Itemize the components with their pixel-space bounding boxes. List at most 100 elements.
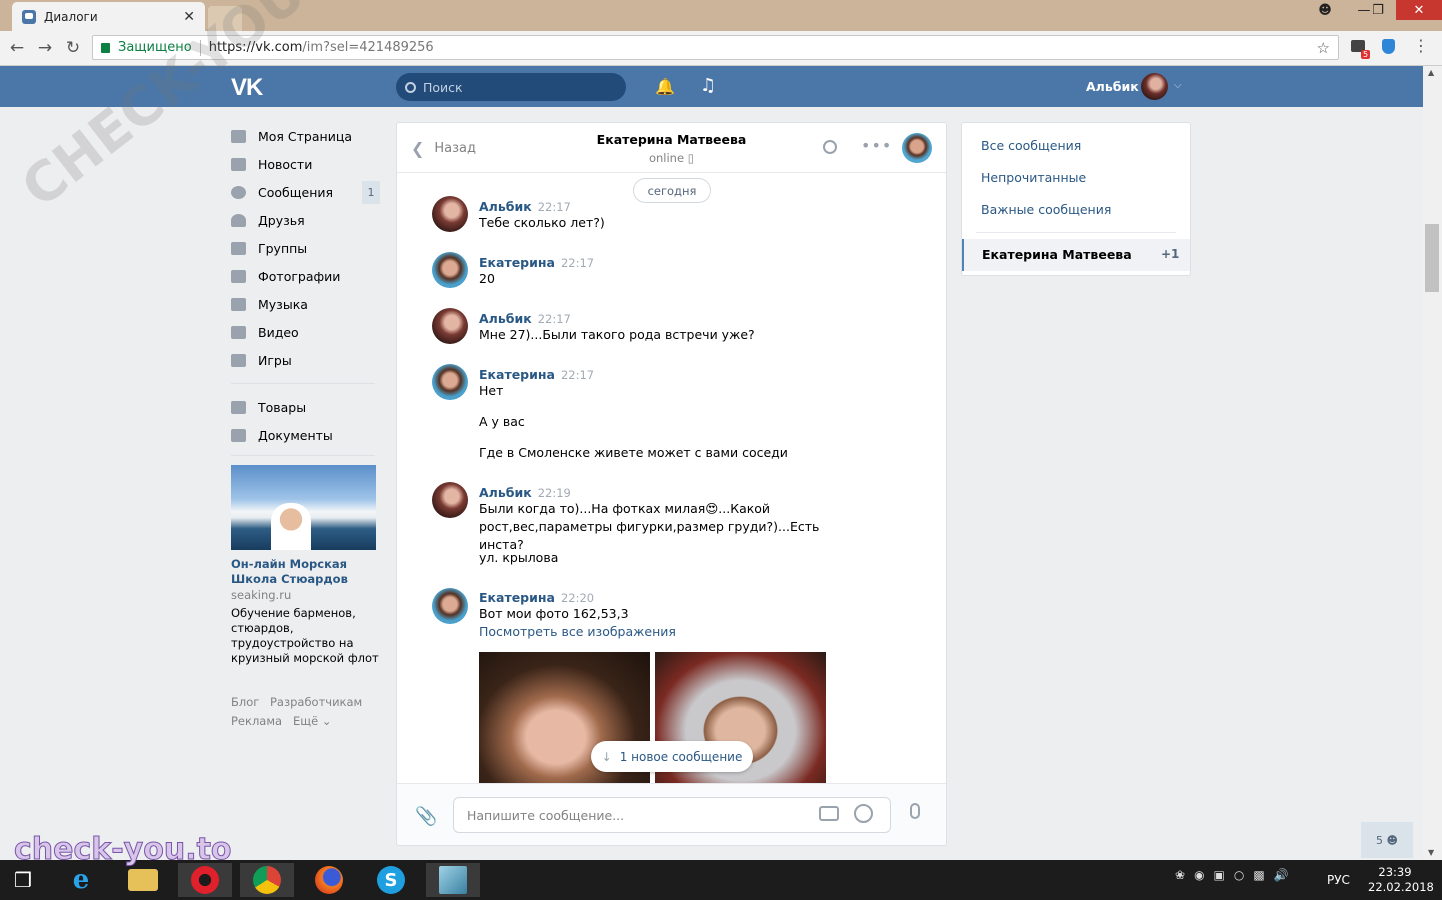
tray-app-icon[interactable]: ❀ [1175, 868, 1185, 882]
more-dots-icon[interactable]: ••• [861, 136, 892, 155]
message-author[interactable]: Альбик [479, 199, 532, 214]
message-author[interactable]: Екатерина [479, 255, 555, 270]
gamepad-icon [231, 353, 246, 367]
shield-extension-icon[interactable] [1382, 39, 1395, 54]
arrow-down-icon: ↓ [601, 749, 612, 764]
user-avatar[interactable] [1141, 73, 1168, 100]
back-arrow-icon[interactable]: ← [6, 37, 28, 59]
sidebar-item-photos[interactable]: Фотографии [231, 266, 340, 286]
taskbar-app[interactable] [426, 863, 480, 897]
tray-opera-icon[interactable]: ○ [1234, 868, 1244, 882]
message-meta: Альбик 22:17 [479, 199, 571, 214]
ad-site: seaking.ru [231, 588, 292, 602]
author-avatar[interactable] [432, 364, 468, 400]
scroll-up-icon[interactable]: ▲ [1428, 68, 1434, 77]
sidebar-divider [231, 455, 375, 456]
browser-menu-icon[interactable]: ⋮ [1413, 36, 1429, 55]
camera-icon[interactable] [819, 806, 839, 821]
emoji-icon[interactable] [854, 804, 873, 823]
scrollbar-thumb[interactable] [1425, 224, 1439, 292]
selected-dialog-name: Екатерина Матвеева [982, 247, 1132, 262]
vk-logo[interactable]: VK [231, 74, 263, 102]
message-author[interactable]: Альбик [479, 311, 532, 326]
scroll-down-icon[interactable]: ▼ [1428, 848, 1434, 857]
opera-icon [191, 866, 219, 894]
taskbar-opera[interactable] [178, 863, 232, 897]
camera-icon [231, 269, 246, 283]
lock-icon [101, 42, 110, 53]
browser-tab[interactable]: Диалоги ✕ [12, 2, 205, 31]
view-all-images-link[interactable]: Посмотреть все изображения [479, 623, 676, 641]
clock[interactable]: 23:39 22.02.2018 [1368, 865, 1434, 895]
vk-favicon-icon [22, 9, 36, 24]
author-avatar[interactable] [432, 252, 468, 288]
sidebar-item-news[interactable]: Новости [231, 154, 312, 174]
author-avatar[interactable] [432, 482, 468, 518]
taskbar-explorer[interactable] [116, 863, 170, 897]
message-time: 22:19 [537, 486, 571, 500]
chat-header: Екатерина Матвеева online ▯ ❮ Назад ••• [397, 123, 946, 173]
sidebar-item-groups[interactable]: Группы [231, 238, 307, 258]
footer-link-more[interactable]: Ещё ⌄ [293, 714, 331, 728]
restore-button[interactable]: ❐ [1363, 0, 1393, 20]
window-close-button[interactable]: ✕ [1396, 0, 1442, 20]
peer-avatar[interactable] [902, 133, 932, 163]
bell-icon[interactable]: 🔔 [655, 77, 675, 96]
message-author[interactable]: Альбик [479, 485, 532, 500]
network-icon[interactable]: ▩ [1253, 868, 1264, 882]
footer-link-blog[interactable]: Блог [231, 695, 259, 709]
sidebar-item-music[interactable]: Музыка [231, 294, 308, 314]
groups-icon [231, 241, 246, 255]
online-friends-button[interactable]: 5 ☻ [1361, 822, 1413, 858]
filter-all-messages[interactable]: Все сообщения [981, 138, 1081, 153]
message-meta: Екатерина 22:20 [479, 590, 594, 605]
message-text: Мне 27)...Были такого рода встречи уже? [479, 327, 755, 342]
ad-image[interactable] [231, 465, 376, 550]
message-author[interactable]: Екатерина [479, 590, 555, 605]
search-icon[interactable] [823, 140, 837, 154]
user-name[interactable]: Альбик [1086, 79, 1139, 94]
footer-link-ads[interactable]: Реклама [231, 714, 282, 728]
footer-link-developers[interactable]: Разработчикам [270, 695, 362, 709]
selected-dialog[interactable]: Екатерина Матвеева +1 [962, 239, 1190, 271]
filter-unread[interactable]: Непрочитанные [981, 170, 1086, 185]
taskbar-chrome[interactable] [240, 863, 294, 897]
reload-icon[interactable]: ↻ [62, 37, 84, 59]
chevron-down-icon[interactable]: ⌵ [1174, 80, 1182, 91]
microphone-icon[interactable] [910, 803, 920, 819]
start-button[interactable]: ❒ [0, 863, 46, 897]
message-author[interactable]: Екатерина [479, 367, 555, 382]
forward-arrow-icon[interactable]: → [34, 37, 56, 59]
filter-important[interactable]: Важные сообщения [981, 202, 1111, 217]
taskbar-firefox[interactable] [302, 863, 356, 897]
ad-title[interactable]: Он-лайн Морская Школа Стюардов [231, 557, 381, 587]
tab-close-icon[interactable]: ✕ [183, 9, 195, 25]
paperclip-icon[interactable]: 📎 [415, 806, 437, 827]
music-note-icon[interactable]: ♫ [700, 75, 716, 96]
sidebar-item-messages[interactable]: Сообщения [231, 182, 333, 202]
taskbar-skype[interactable]: S [364, 863, 418, 897]
new-message-notice[interactable]: ↓ 1 новое сообщение [591, 741, 753, 772]
sidebar-item-documents[interactable]: Документы [231, 425, 333, 445]
back-button[interactable]: ❮ Назад [411, 139, 476, 158]
sidebar-item-games[interactable]: Игры [231, 350, 292, 370]
sidebar-item-video[interactable]: Видео [231, 322, 299, 342]
language-indicator[interactable]: РУС [1327, 873, 1350, 887]
tray-app-icon[interactable]: ◉ [1194, 868, 1204, 882]
profile-icon[interactable]: ☻ [1310, 0, 1340, 20]
chevron-left-icon: ❮ [411, 139, 425, 158]
page-scrollbar[interactable]: ▲ ▼ [1423, 66, 1442, 860]
sidebar-item-my-page[interactable]: Моя Страница [231, 126, 352, 146]
author-avatar[interactable] [432, 588, 468, 624]
search-input[interactable]: Поиск [396, 73, 626, 101]
author-avatar[interactable] [432, 196, 468, 232]
volume-icon[interactable]: 🔊 [1274, 868, 1289, 882]
sidebar-item-goods[interactable]: Товары [231, 397, 306, 417]
author-avatar[interactable] [432, 308, 468, 344]
document-icon [231, 428, 246, 442]
bookmark-star-icon[interactable]: ☆ [1317, 39, 1330, 57]
tray-skype-icon[interactable]: ▣ [1214, 868, 1225, 882]
bag-icon [231, 400, 246, 414]
sidebar-item-friends[interactable]: Друзья [231, 210, 305, 230]
taskbar-ie[interactable]: e [54, 863, 108, 897]
